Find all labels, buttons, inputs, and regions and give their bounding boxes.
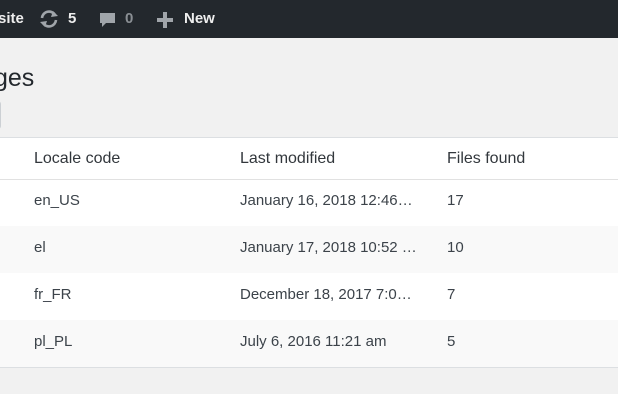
files-found-cell: 5 bbox=[447, 333, 456, 350]
admin-bar: site 5 0 New bbox=[0, 0, 618, 38]
table-row: fr_FR December 18, 2017 7:0… 7 bbox=[0, 273, 618, 320]
bulk-action-control[interactable] bbox=[0, 101, 1, 129]
comments-count: 0 bbox=[125, 10, 134, 27]
comment-bubble-icon bbox=[100, 13, 115, 27]
table-row: pl_PL July 6, 2016 11:21 am 5 bbox=[0, 320, 618, 367]
column-header-locale[interactable]: Locale code bbox=[34, 138, 120, 180]
admin-bar-comments[interactable]: 0 bbox=[98, 0, 138, 38]
last-modified-cell: December 18, 2017 7:0… bbox=[240, 286, 412, 303]
page-title: ges bbox=[0, 64, 35, 92]
column-header-files-found[interactable]: Files found bbox=[447, 138, 525, 180]
files-found-cell: 17 bbox=[447, 192, 464, 209]
last-modified-cell: July 6, 2016 11:21 am bbox=[240, 333, 387, 350]
updates-count: 5 bbox=[68, 10, 77, 27]
locale-cell: fr_FR bbox=[34, 286, 72, 303]
table-row: el January 17, 2018 10:52 … 10 bbox=[0, 226, 618, 273]
admin-bar-new[interactable]: New bbox=[156, 0, 220, 38]
row-name-link[interactable]: . bbox=[0, 179, 6, 223]
plus-icon bbox=[157, 12, 173, 28]
files-found-cell: 10 bbox=[447, 239, 464, 256]
languages-table: Locale code Last modified Files found . … bbox=[0, 137, 618, 368]
admin-bar-site-link[interactable]: site bbox=[0, 0, 24, 38]
locale-cell: en_US bbox=[34, 192, 80, 209]
updates-icon bbox=[40, 10, 58, 28]
last-modified-cell: January 16, 2018 12:46… bbox=[240, 192, 413, 209]
last-modified-cell: January 17, 2018 10:52 … bbox=[240, 239, 417, 256]
site-name-label: site bbox=[0, 10, 24, 27]
locale-cell: el bbox=[34, 239, 46, 256]
table-row: . en_US January 16, 2018 12:46… 17 bbox=[0, 179, 618, 226]
column-header-last-modified[interactable]: Last modified bbox=[240, 138, 426, 180]
new-label: New bbox=[184, 10, 215, 27]
table-header: Locale code Last modified Files found bbox=[0, 138, 618, 180]
admin-bar-updates[interactable]: 5 bbox=[38, 0, 80, 38]
locale-cell: pl_PL bbox=[34, 333, 73, 350]
files-found-cell: 7 bbox=[447, 286, 456, 303]
